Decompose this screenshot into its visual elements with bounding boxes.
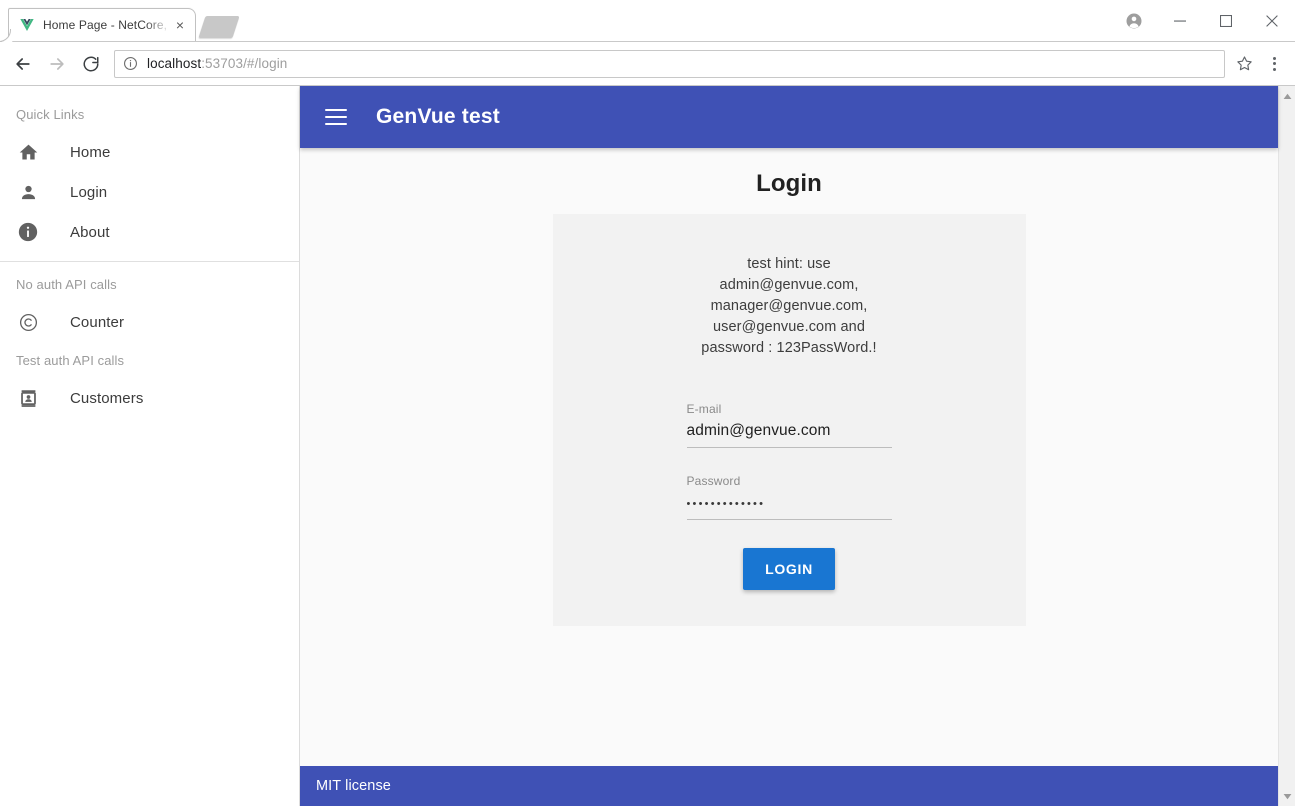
hamburger-menu-icon[interactable] — [316, 97, 356, 137]
login-form: E-mail Password LOGIN — [686, 402, 892, 590]
login-hint-text: test hint: use admin@genvue.com, manager… — [553, 254, 1026, 359]
browser-tab[interactable]: Home Page - NetCore, Vu × — [0, 8, 196, 42]
browser-toolbar: localhost:53703/#/login — [0, 42, 1295, 86]
sidebar-item-customers[interactable]: Customers — [0, 378, 299, 418]
sidebar-item-about[interactable]: About — [0, 212, 299, 252]
page-footer: MIT license — [300, 766, 1278, 806]
vue-logo-icon — [19, 17, 35, 33]
hint-line: manager@genvue.com, — [710, 298, 868, 314]
sidebar-item-counter[interactable]: Counter — [0, 302, 299, 342]
page-viewport: Quick Links Home Login About No auth API… — [0, 86, 1295, 806]
url-host: localhost — [147, 56, 202, 71]
person-icon — [16, 180, 40, 204]
sidebar-navigation: Quick Links Home Login About No auth API… — [0, 86, 300, 806]
star-icon[interactable] — [1231, 51, 1257, 77]
window-close-button[interactable] — [1249, 0, 1295, 42]
password-input[interactable] — [686, 498, 892, 520]
app-content: GenVue test Login test hint: use admin@g… — [300, 86, 1278, 806]
sidebar-item-label-about: About — [70, 223, 110, 241]
profile-avatar-icon[interactable] — [1111, 0, 1157, 42]
copyright-icon — [16, 310, 40, 334]
scrollbar-up-arrow[interactable] — [1279, 89, 1295, 103]
scrollbar-down-arrow[interactable] — [1279, 789, 1295, 803]
login-card: test hint: use admin@genvue.com, manager… — [552, 214, 1026, 626]
app-bar: GenVue test — [300, 86, 1278, 148]
window-minimize-button[interactable] — [1157, 0, 1203, 42]
reload-button[interactable] — [76, 49, 106, 79]
window-maximize-button[interactable] — [1203, 0, 1249, 42]
tab-title: Home Page - NetCore, Vu — [43, 18, 171, 32]
url-path: :53703/#/login — [201, 56, 288, 71]
page-scrollbar[interactable] — [1278, 86, 1295, 806]
contact-card-icon — [16, 386, 40, 410]
hint-line: password : 123PassWord.! — [701, 340, 877, 356]
sidebar-divider — [0, 261, 299, 262]
home-icon — [16, 140, 40, 164]
sidebar-item-label-customers: Customers — [70, 389, 144, 407]
sidebar-section-header-test-auth: Test auth API calls — [16, 352, 125, 368]
hint-line: test hint: use — [747, 256, 831, 272]
sidebar-item-label-counter: Counter — [70, 313, 125, 331]
sidebar-item-label-login: Login — [70, 183, 108, 201]
password-field-label: Password — [686, 474, 741, 488]
login-button[interactable]: LOGIN — [743, 548, 835, 590]
sidebar-section-header-no-auth: No auth API calls — [16, 276, 117, 292]
sidebar-item-login[interactable]: Login — [0, 172, 299, 212]
address-bar-url: localhost:53703/#/login — [147, 56, 287, 71]
hint-line: user@genvue.com and — [712, 319, 866, 335]
info-icon — [16, 220, 40, 244]
hint-line: admin@genvue.com, — [719, 277, 859, 293]
sidebar-item-label-home: Home — [70, 143, 111, 161]
back-button[interactable] — [8, 49, 38, 79]
address-bar[interactable]: localhost:53703/#/login — [114, 49, 1225, 78]
email-field-label: E-mail — [686, 402, 722, 416]
tab-strip: Home Page - NetCore, Vu × — [0, 0, 240, 42]
page-title: Login — [756, 170, 822, 197]
info-circle-icon[interactable] — [123, 56, 139, 72]
email-input[interactable] — [686, 422, 892, 448]
window-controls — [1111, 0, 1295, 42]
app-title: GenVue test — [376, 105, 500, 128]
browser-window: Home Page - NetCore, Vu × localhost:5370… — [0, 0, 1295, 806]
browser-titlebar: Home Page - NetCore, Vu × — [0, 0, 1295, 42]
footer-license-text: MIT license — [316, 778, 391, 794]
main-panel: Login test hint: use admin@genvue.com, m… — [300, 148, 1278, 766]
scrollbar-track[interactable] — [1279, 103, 1295, 789]
login-button-row: LOGIN — [687, 548, 892, 590]
sidebar-item-home[interactable]: Home — [0, 132, 299, 172]
three-dot-menu-icon[interactable] — [1261, 49, 1287, 79]
tab-close-icon[interactable]: × — [171, 16, 189, 34]
new-tab-button[interactable] — [198, 16, 240, 38]
sidebar-section-header-quick-links: Quick Links — [16, 106, 85, 122]
email-field-group: E-mail — [686, 402, 892, 448]
password-field-group: Password — [686, 474, 892, 520]
forward-button[interactable] — [42, 49, 72, 79]
